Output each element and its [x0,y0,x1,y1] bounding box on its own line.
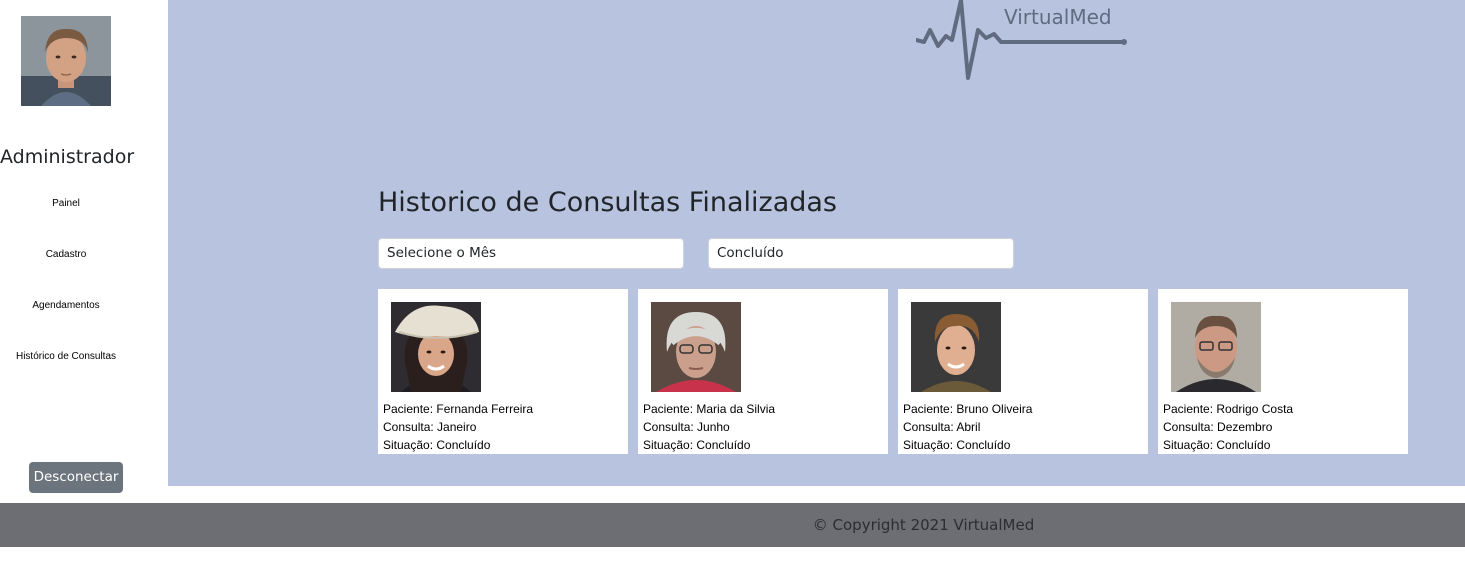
patient-photo [1171,302,1261,392]
sidebar-item-cadastro[interactable]: Cadastro [0,249,132,260]
status-select[interactable]: Concluído [708,238,1014,269]
patient-name: Paciente: Fernanda Ferreira [383,402,534,416]
admin-role-title: Administrador [0,146,135,168]
patient-card: Paciente: Bruno Oliveira Consulta: Abril… [898,289,1148,454]
logout-button[interactable]: Desconectar [29,462,123,493]
patient-photo [391,302,481,392]
sidebar-item-agendamentos[interactable]: Agendamentos [0,300,132,311]
sidebar: Administrador Painel Cadastro Agendament… [0,0,168,503]
patient-card: Paciente: Rodrigo Costa Consulta: Dezemb… [1158,289,1408,454]
footer: © Copyright 2021 VirtualMed [0,503,1465,547]
consult-month: Consulta: Dezembro [1163,420,1273,434]
logo-text: VirtualMed [1004,5,1112,29]
consult-month: Consulta: Abril [903,420,981,434]
sidebar-item-painel[interactable]: Painel [0,198,132,209]
page-title: Historico de Consultas Finalizadas [378,187,837,218]
virtualmed-logo: VirtualMed [914,0,1131,84]
patient-name: Paciente: Maria da Silvia [643,402,776,416]
sidebar-item-historico[interactable]: Histórico de Consultas [0,351,132,362]
patient-photo [911,302,1001,392]
patient-photo [651,302,741,392]
month-select[interactable]: Selecione o Mês [378,238,684,269]
copyright-text: © Copyright 2021 VirtualMed [812,516,1035,534]
patient-card: Paciente: Fernanda Ferreira Consulta: Ja… [378,289,628,454]
admin-avatar [21,16,111,106]
consult-status: Situação: Concluído [903,438,1011,452]
main-content: VirtualMed Historico de Consultas Finali… [168,0,1465,486]
consult-month: Consulta: Janeiro [383,420,477,434]
consult-month: Consulta: Junho [643,420,730,434]
patient-name: Paciente: Rodrigo Costa [1163,402,1294,416]
patient-card: Paciente: Maria da Silvia Consulta: Junh… [638,289,888,454]
consult-status: Situação: Concluído [383,438,491,452]
patient-name: Paciente: Bruno Oliveira [903,402,1033,416]
consult-status: Situação: Concluído [1163,438,1271,452]
consult-status: Situação: Concluído [643,438,751,452]
